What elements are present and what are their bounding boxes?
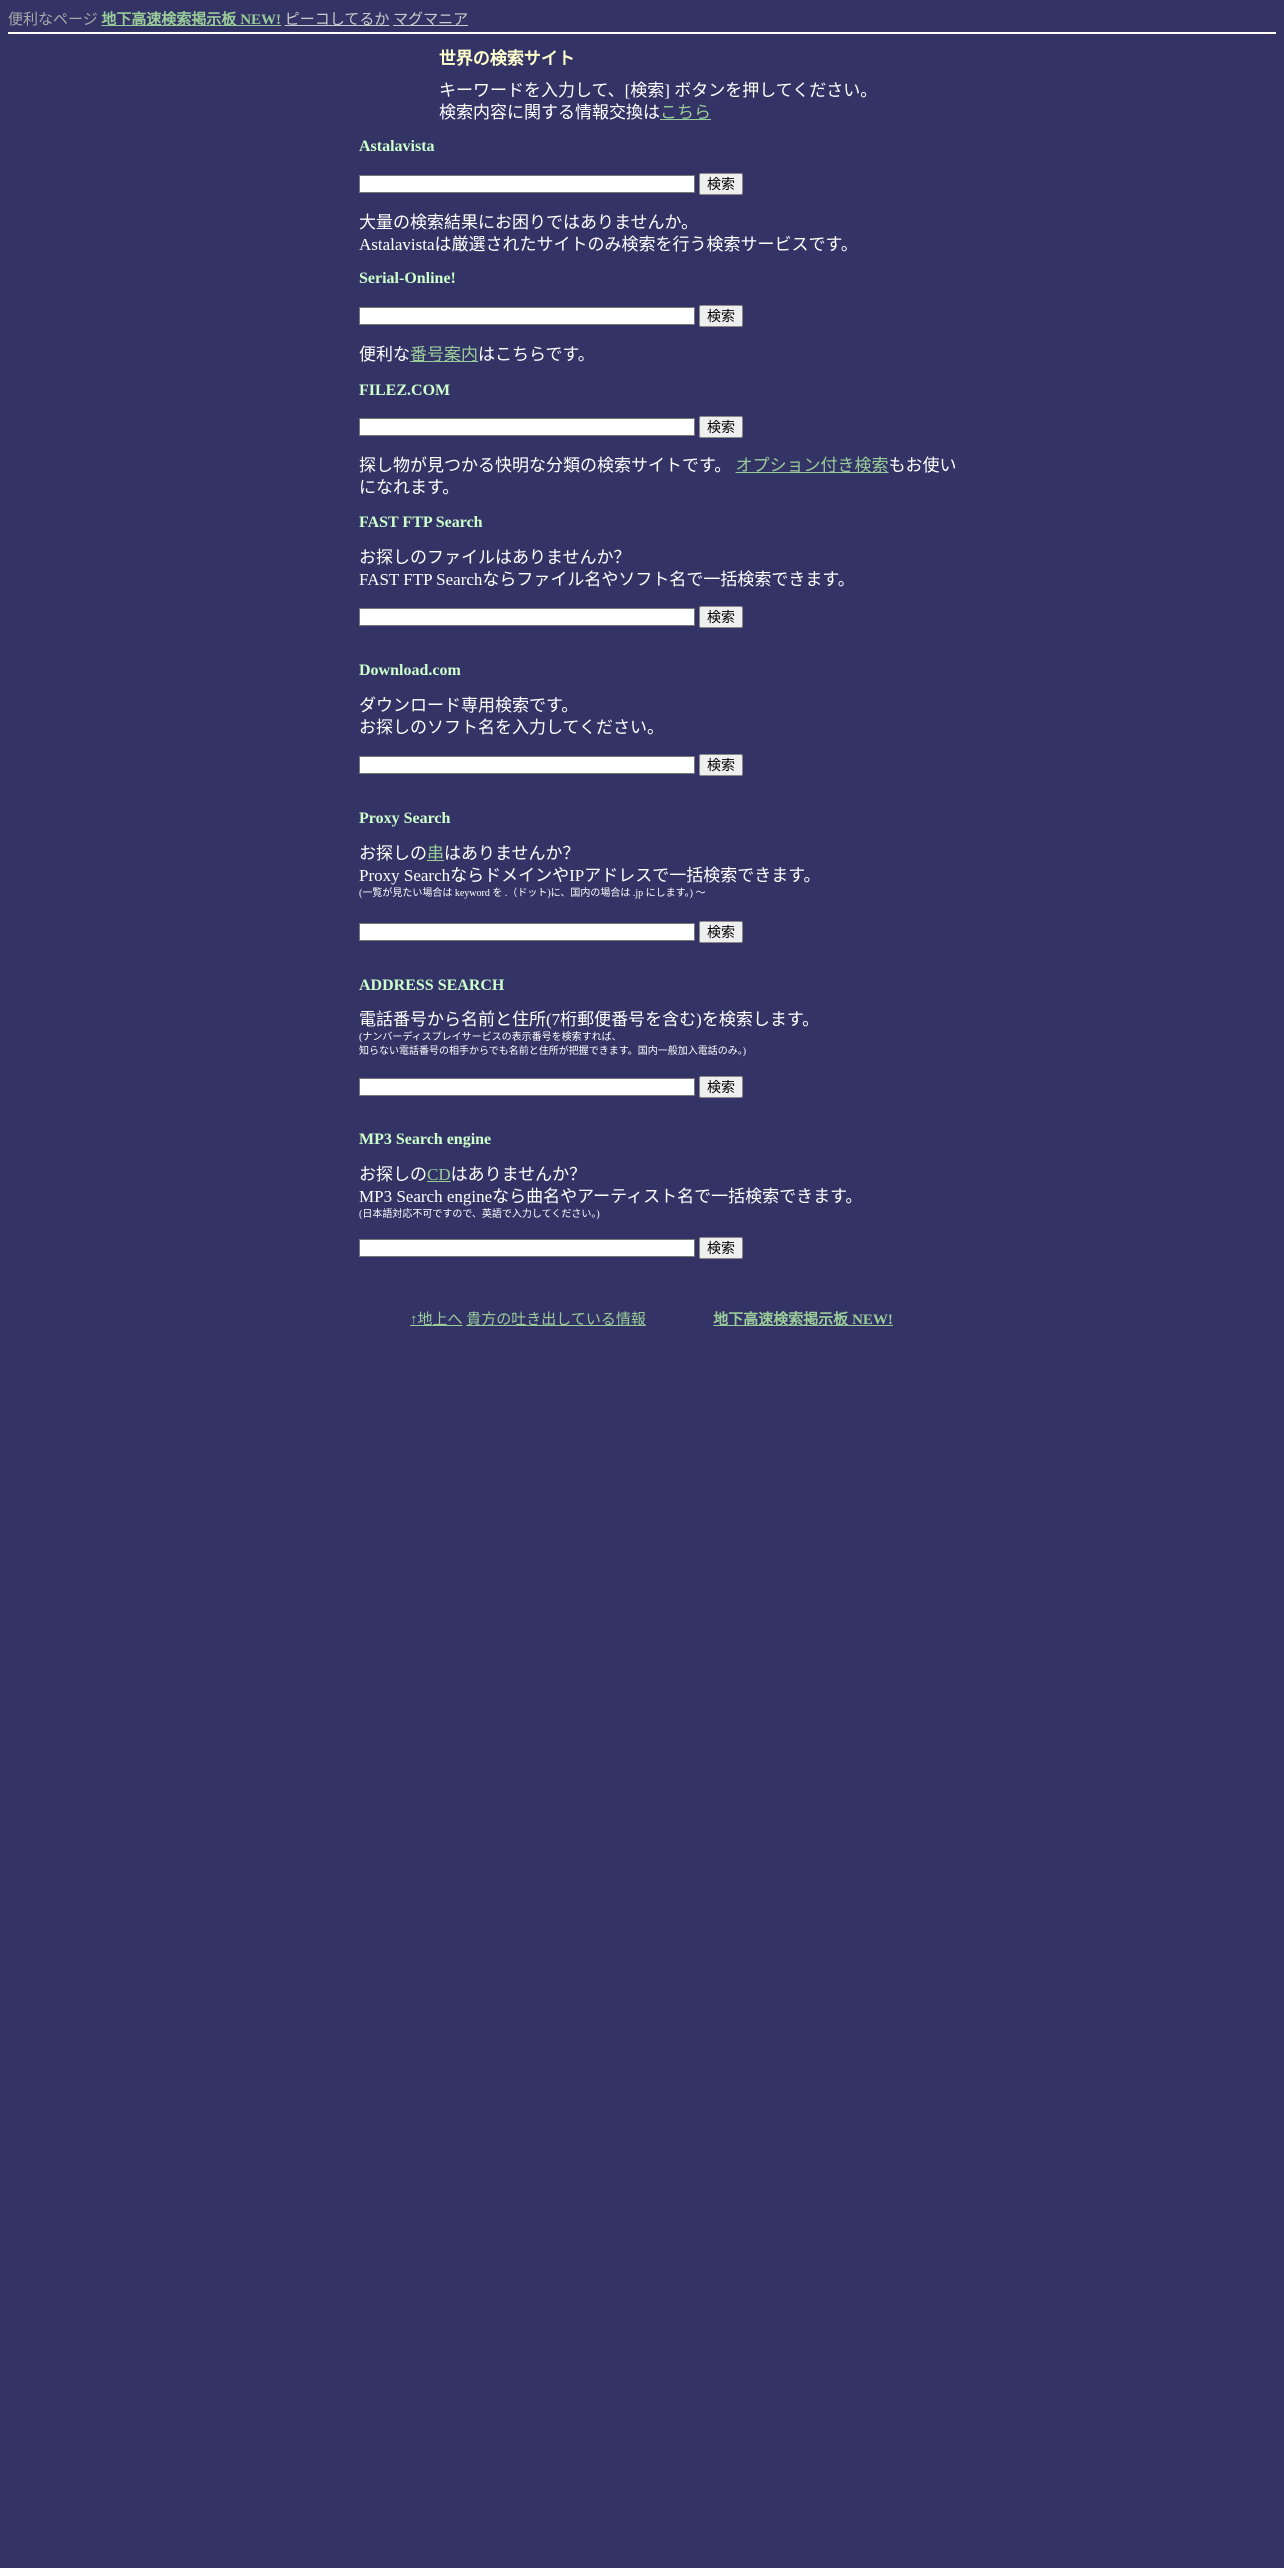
section-title-address: ADDRESS SEARCH xyxy=(359,977,505,994)
page-intro: キーワードを入力して、[検索] ボタンを押してください。 検索内容に関する情報交… xyxy=(439,80,877,124)
search-form-serial-online: 検索 xyxy=(359,304,743,328)
search-button-serial-online[interactable]: 検索 xyxy=(699,305,743,327)
intro-line2-text: 検索内容に関する情報交換は xyxy=(439,103,660,122)
section-title-filez: FILEZ.COM xyxy=(359,382,451,399)
footer-nav: ↑地上へ 貴方の吐き出している情報 地下高速検索掲示板 NEW! xyxy=(410,1308,893,1329)
link-underground-bbs-footer[interactable]: 地下高速検索掲示板 NEW! xyxy=(713,1312,893,1328)
section-title-serial-online: Serial-Online! xyxy=(359,270,456,287)
desc-line: ダウンロード専用検索です。 xyxy=(359,696,579,715)
intro-line1: キーワードを入力して、[検索] ボタンを押してください。 xyxy=(439,81,878,100)
search-button-address[interactable]: 検索 xyxy=(699,1076,743,1098)
section-title-mp3: MP3 Search engine xyxy=(359,1131,492,1148)
search-button-download[interactable]: 検索 xyxy=(699,754,743,776)
search-input-mp3[interactable] xyxy=(359,1239,695,1257)
desc-line: お探しのCDはありませんか？ xyxy=(359,1164,862,1186)
desc-line: お探しのソフト名を入力してください。 xyxy=(359,718,664,737)
page-title: 世界の検索サイト xyxy=(439,49,575,68)
desc-note: (一覧が見たい場合は keyword を .（ドット)に、国内の場合は .jp … xyxy=(359,888,706,899)
top-nav-prefix: 便利なページ xyxy=(8,12,98,28)
search-button-proxy[interactable]: 検索 xyxy=(699,921,743,943)
desc-text: はこちらです。 xyxy=(478,345,595,364)
link-info-exchange[interactable]: こちら xyxy=(660,103,711,122)
desc-line: お探しの串はありませんか？ xyxy=(359,843,821,865)
desc-line: Proxy SearchならドメインやIPアドレスで一括検索できます。 xyxy=(359,866,821,885)
top-nav: 便利なページ 地下高速検索掲示板 NEW! ピーコしてるか マグマニア xyxy=(8,8,468,29)
intro-line2: 検索内容に関する情報交換はこちら xyxy=(439,102,877,124)
search-input-address[interactable] xyxy=(359,1078,695,1096)
link-proxy[interactable]: 串 xyxy=(427,844,444,863)
desc-line: お探しのファイルはありませんか？ xyxy=(359,548,631,567)
desc-note: (日本語対応不可ですので、英語で入力してください。) xyxy=(359,1209,600,1220)
section-title-fast-ftp: FAST FTP Search xyxy=(359,514,483,531)
search-form-address: 検索 xyxy=(359,1075,743,1099)
search-button-astalavista[interactable]: 検索 xyxy=(699,173,743,195)
search-input-fast-ftp[interactable] xyxy=(359,608,695,626)
desc-line: 探し物が見つかる快明な分類の検索サイトです。 オプション付き検索もお使い xyxy=(359,455,957,477)
search-input-astalavista[interactable] xyxy=(359,175,695,193)
search-form-filez: 検索 xyxy=(359,415,743,439)
desc-text: お探しの xyxy=(359,844,427,863)
section-desc-astalavista: 大量の検索結果にお困りではありませんか。 Astalavistaは厳選されたサイ… xyxy=(359,212,858,256)
link-your-info[interactable]: 貴方の吐き出している情報 xyxy=(466,1312,646,1328)
section-desc-fast-ftp: お探しのファイルはありませんか？ FAST FTP Searchならファイル名や… xyxy=(359,547,855,591)
section-title-download: Download.com xyxy=(359,662,461,679)
section-desc-proxy: お探しの串はありませんか？ Proxy SearchならドメインやIPアドレスで… xyxy=(359,843,821,901)
search-form-download: 検索 xyxy=(359,753,743,777)
desc-line: になれます。 xyxy=(359,478,460,497)
desc-note: (ナンバーディスプレイサービスの表示番号を検索すれば、 xyxy=(359,1032,622,1043)
search-input-serial-online[interactable] xyxy=(359,307,695,325)
section-title-proxy: Proxy Search xyxy=(359,810,451,827)
search-form-fast-ftp: 検索 xyxy=(359,605,743,629)
link-peeko[interactable]: ピーコしてるか xyxy=(285,12,390,28)
desc-line: 電話番号から名前と住所(7桁郵便番号を含む)を検索します。 xyxy=(359,1010,820,1029)
link-number-guide[interactable]: 番号案内 xyxy=(410,345,478,364)
link-back-to-ground[interactable]: ↑地上へ xyxy=(410,1312,463,1328)
desc-text: お探しの xyxy=(359,1165,427,1184)
section-desc-address: 電話番号から名前と住所(7桁郵便番号を含む)を検索します。 (ナンバーディスプレ… xyxy=(359,1009,819,1059)
desc-line: Astalavistaは厳選されたサイトのみ検索を行う検索サービスです。 xyxy=(359,235,858,254)
search-button-fast-ftp[interactable]: 検索 xyxy=(699,606,743,628)
desc-line: MP3 Search engineなら曲名やアーティスト名で一括検索できます。 xyxy=(359,1187,863,1206)
desc-line: 大量の検索結果にお困りではありませんか。 xyxy=(359,213,699,232)
section-desc-serial-online: 便利な番号案内はこちらです。 xyxy=(359,344,595,366)
desc-line: FAST FTP Searchならファイル名やソフト名で一括検索できます。 xyxy=(359,570,855,589)
section-desc-filez: 探し物が見つかる快明な分類の検索サイトです。 オプション付き検索もお使い になれ… xyxy=(359,455,957,499)
desc-text: 便利な xyxy=(359,345,410,364)
link-cd[interactable]: CD xyxy=(427,1165,451,1184)
search-input-filez[interactable] xyxy=(359,418,695,436)
search-input-proxy[interactable] xyxy=(359,923,695,941)
section-title-astalavista: Astalavista xyxy=(359,138,435,155)
desc-note: 知らない電話番号の相手からでも名前と住所が把握できます。国内一般加入電話のみ。) xyxy=(359,1046,747,1057)
section-desc-mp3: お探しのCDはありませんか？ MP3 Search engineなら曲名やアーテ… xyxy=(359,1164,862,1222)
desc-text: はありませんか？ xyxy=(444,844,580,863)
desc-text: はありませんか？ xyxy=(450,1165,587,1184)
search-form-astalavista: 検索 xyxy=(359,172,743,196)
link-magmania[interactable]: マグマニア xyxy=(393,12,468,28)
search-button-filez[interactable]: 検索 xyxy=(699,416,743,438)
search-form-mp3: 検索 xyxy=(359,1236,743,1260)
top-divider xyxy=(8,32,1276,34)
search-input-download[interactable] xyxy=(359,756,695,774)
link-underground-bbs[interactable]: 地下高速検索掲示板 NEW! xyxy=(101,12,281,28)
section-desc-download: ダウンロード専用検索です。 お探しのソフト名を入力してください。 xyxy=(359,695,664,739)
desc-text: 探し物が見つかる快明な分類の検索サイトです。 xyxy=(359,456,736,475)
search-form-proxy: 検索 xyxy=(359,920,743,944)
search-button-mp3[interactable]: 検索 xyxy=(699,1237,743,1259)
link-option-search[interactable]: オプション付き検索 xyxy=(736,456,889,475)
desc-text: もお使い xyxy=(888,456,957,475)
